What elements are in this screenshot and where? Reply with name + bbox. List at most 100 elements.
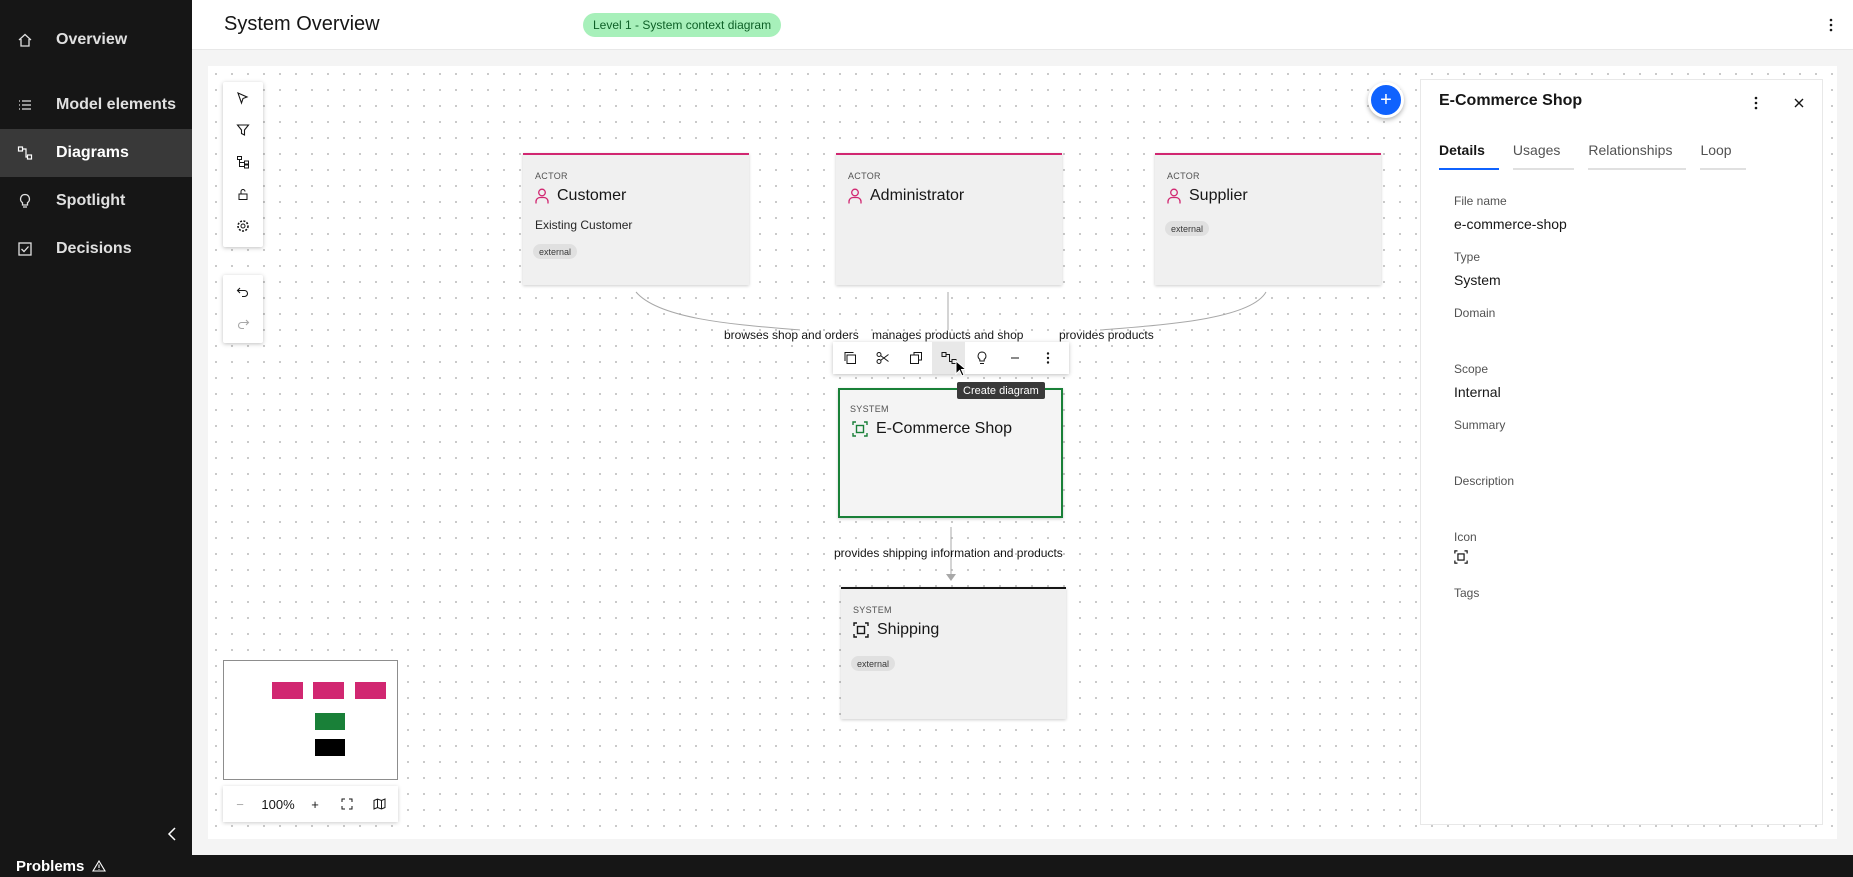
node-name-text: Shipping (877, 621, 940, 638)
tab-details[interactable]: Details (1439, 137, 1499, 170)
settings-tool-button[interactable] (223, 210, 263, 242)
node-name-text: Supplier (1189, 187, 1248, 204)
add-element-button[interactable]: + (1368, 82, 1404, 118)
warning-icon (92, 860, 107, 872)
minimap-node (272, 682, 303, 699)
history-toolbox (223, 275, 263, 343)
domain-label: Domain (1454, 306, 1496, 320)
tab-relationships[interactable]: Relationships (1588, 137, 1687, 170)
zoom-in-button[interactable]: + (299, 786, 331, 822)
node-name-text: Administrator (870, 187, 965, 204)
node-name: Supplier (1167, 187, 1248, 205)
edge-label-administrator: manages products and shop (872, 328, 1024, 342)
tab-usages[interactable]: Usages (1512, 137, 1575, 170)
map-icon (373, 798, 385, 810)
pointer-icon (237, 91, 249, 105)
zoom-level[interactable]: 100% (257, 786, 299, 822)
plus-icon: + (1380, 88, 1392, 111)
close-icon (1794, 98, 1804, 108)
tag-badge: external (1165, 221, 1210, 236)
panel-overflow-menu[interactable] (1746, 92, 1766, 114)
lock-tool-button[interactable] (223, 178, 263, 210)
edge-label-supplier: provides products (1059, 328, 1154, 342)
node-kind: ACTOR (1167, 171, 1200, 181)
minimap-node (315, 739, 345, 756)
undo-icon (236, 287, 248, 298)
minus-icon: − (236, 796, 244, 812)
minimap-node (315, 713, 345, 730)
remove-button[interactable] (998, 342, 1031, 374)
close-panel-button[interactable] (1788, 92, 1810, 114)
cut-button[interactable] (866, 342, 899, 374)
node-customer[interactable]: ACTOR Customer Existing Customer externa… (523, 153, 749, 285)
mouse-cursor-icon (955, 360, 967, 377)
unlock-icon (238, 189, 248, 200)
type-label: Type (1454, 250, 1481, 264)
undo-button[interactable] (223, 275, 263, 307)
problems-bar[interactable]: Problems (0, 855, 1853, 877)
system-icon (852, 421, 868, 437)
copy-button[interactable] (833, 342, 866, 374)
overflow-menu-icon (1046, 352, 1049, 364)
node-context-toolbar (833, 342, 1069, 374)
person-icon (1167, 188, 1181, 204)
node-name-text: E-Commerce Shop (876, 420, 1013, 437)
person-icon (848, 188, 862, 204)
layout-tool-button[interactable] (223, 146, 263, 178)
node-shipping[interactable]: SYSTEM Shipping external (841, 587, 1066, 719)
more-button[interactable] (1031, 342, 1064, 374)
node-subtitle: Existing Customer (535, 218, 633, 232)
problems-label: Problems (16, 857, 85, 875)
scope-value[interactable]: Internal (1454, 384, 1501, 400)
node-ecommerce-shop[interactable]: SYSTEM E-Commerce Shop (838, 388, 1063, 518)
file-name-value[interactable]: e-commerce-shop (1454, 216, 1567, 232)
fit-to-screen-button[interactable] (331, 786, 363, 822)
tooltip: Create diagram (957, 382, 1045, 399)
filter-icon (236, 124, 250, 136)
copy-icon (844, 352, 856, 364)
tab-loop[interactable]: Loop (1700, 137, 1746, 170)
panel-tabs: Details Usages Relationships Loop (1439, 137, 1784, 170)
replace-button[interactable] (899, 342, 932, 374)
properties-panel: E-Commerce Shop Details Usages Relations… (1420, 79, 1823, 825)
replace-icon (909, 352, 922, 364)
fit-screen-icon (341, 798, 353, 810)
node-kind: SYSTEM (853, 605, 892, 615)
node-name: Customer (535, 187, 626, 205)
system-icon[interactable] (1454, 550, 1468, 564)
node-name: E-Commerce Shop (852, 420, 1012, 438)
lightbulb-icon (977, 351, 986, 364)
zoom-controls: − 100% + (223, 786, 398, 822)
gear-icon (237, 220, 249, 232)
redo-button[interactable] (223, 307, 263, 339)
scissors-icon (876, 352, 889, 364)
edge-customer[interactable] (635, 291, 801, 331)
zoom-out-button[interactable]: − (223, 786, 257, 822)
description-label: Description (1454, 474, 1515, 488)
minimap-node (355, 682, 386, 699)
overflow-menu-icon (1754, 96, 1758, 110)
node-name-text: Customer (557, 187, 627, 204)
edge-arrowhead (946, 574, 956, 581)
node-supplier[interactable]: ACTOR Supplier external (1155, 153, 1381, 285)
tags-label: Tags (1454, 586, 1480, 600)
edge-supplier[interactable] (1099, 291, 1267, 331)
edge-label-shipping: provides shipping information and produc… (834, 546, 1063, 560)
minimap-toggle-button[interactable] (363, 786, 395, 822)
icon-label: Icon (1454, 530, 1477, 544)
file-name-label: File name (1454, 194, 1507, 208)
tree-icon (237, 156, 249, 169)
node-kind: SYSTEM (850, 404, 889, 414)
canvas-toolbox (223, 82, 263, 247)
filter-tool-button[interactable] (223, 114, 263, 146)
select-tool-button[interactable] (223, 82, 263, 114)
tag-badge: external (851, 656, 896, 671)
spotlight-button[interactable] (965, 342, 998, 374)
minimap-node (313, 682, 344, 699)
person-icon (535, 188, 549, 204)
node-kind: ACTOR (535, 171, 568, 181)
minimap[interactable] (223, 660, 398, 780)
tag-badge: external (533, 244, 578, 259)
node-administrator[interactable]: ACTOR Administrator (836, 153, 1062, 285)
type-value[interactable]: System (1454, 272, 1501, 288)
